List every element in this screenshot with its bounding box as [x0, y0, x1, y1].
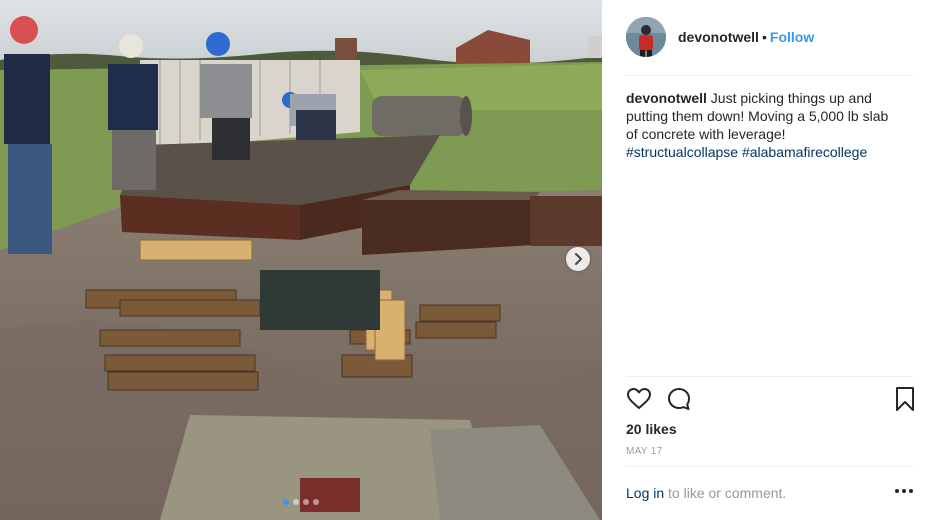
more-options-icon — [895, 489, 913, 493]
follow-label[interactable]: Follow — [770, 29, 814, 45]
login-prompt: Log in to like or comment. — [626, 485, 786, 501]
carousel-dot — [283, 499, 289, 505]
post-date[interactable]: MAY 17 — [626, 446, 662, 457]
footer-divider — [626, 466, 913, 467]
header-divider — [626, 75, 913, 76]
post-sidebar: devonotwell • Follow devonotwell Just pic… — [602, 0, 937, 520]
actions-divider — [626, 376, 913, 377]
chevron-right-icon — [575, 253, 582, 265]
likes-count[interactable]: 20 likes — [626, 421, 677, 437]
carousel-dot — [293, 499, 299, 505]
carousel-dot — [313, 499, 319, 505]
separator-dot: • — [762, 29, 767, 45]
save-button[interactable] — [892, 386, 918, 412]
bookmark-icon — [896, 387, 914, 411]
hashtag-link[interactable]: #alabamafirecollege — [742, 144, 867, 160]
like-button[interactable] — [626, 386, 652, 412]
post-header: devonotwell • Follow — [602, 0, 937, 76]
avatar[interactable] — [626, 17, 666, 57]
follow-button[interactable]: • Follow — [762, 29, 814, 45]
comment-icon — [668, 388, 690, 410]
post-caption: devonotwell Just picking things up and p… — [626, 89, 901, 161]
heart-icon — [627, 388, 651, 409]
hashtag-link[interactable]: #structualcollapse — [626, 144, 738, 160]
carousel-dot — [303, 499, 309, 505]
concrete-slab-photo — [0, 0, 602, 520]
carousel-next-button[interactable] — [566, 247, 590, 271]
login-suffix: to like or comment. — [668, 485, 787, 501]
profile-picture — [626, 17, 666, 57]
comment-button[interactable] — [666, 386, 692, 412]
more-options-button[interactable] — [893, 484, 915, 498]
login-link[interactable]: Log in — [626, 485, 664, 501]
username-link[interactable]: devonotwell — [678, 29, 759, 45]
post-actions — [626, 386, 914, 414]
caption-username[interactable]: devonotwell — [626, 90, 707, 106]
carousel-indicator — [283, 499, 319, 505]
post-photo[interactable] — [0, 0, 602, 520]
